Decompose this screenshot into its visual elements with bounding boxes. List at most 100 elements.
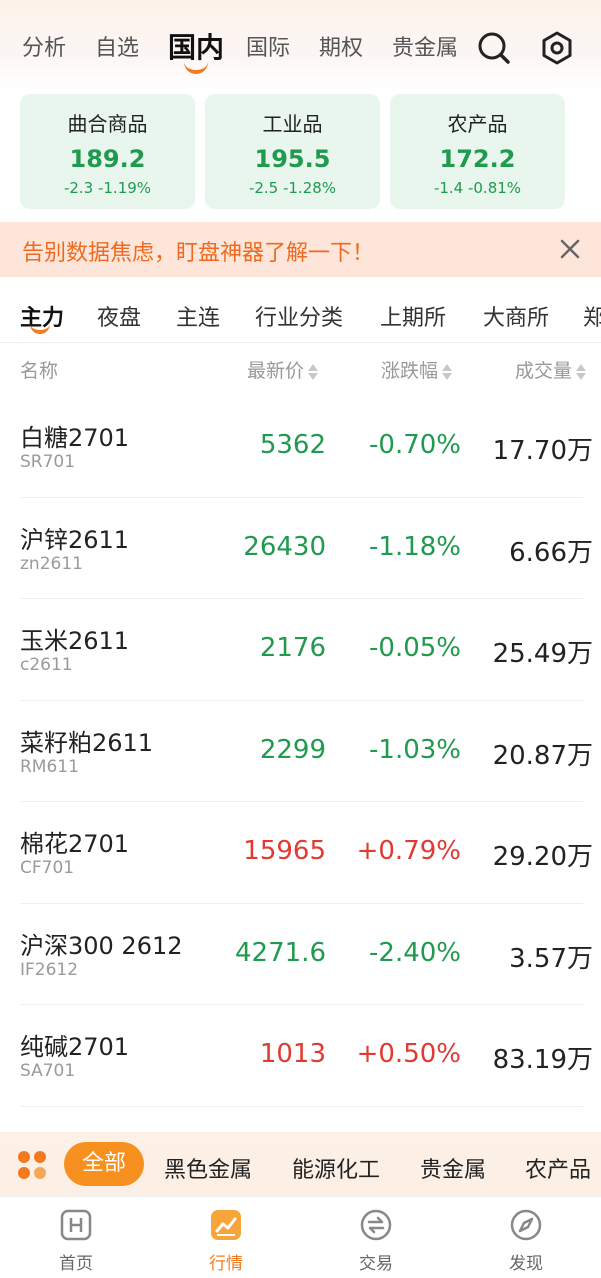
contract-code: CF701 [20, 858, 75, 878]
table-row[interactable]: 沪锌2611 zn2611 26430 -1.18% 6.66万 [0, 498, 601, 600]
volume: 20.87万 [492, 740, 593, 771]
sector-energy-chemical[interactable]: 能源化工 [292, 1152, 380, 1184]
nav-label: 交易 [359, 1254, 393, 1274]
nav-label: 首页 [59, 1254, 93, 1274]
contract-code: RM611 [20, 756, 79, 777]
close-icon[interactable] [553, 232, 587, 266]
tab-precious-metals[interactable]: 贵金属 [392, 30, 458, 62]
contract-name: 菜籽粕2611 [20, 728, 154, 757]
divider [0, 342, 601, 343]
index-name: 农产品 [447, 112, 508, 136]
contract-name: 白糖2701 [20, 424, 130, 452]
index-card[interactable]: 工业品 195.5 -2.5 -1.28% [205, 94, 380, 209]
sector-ferrous[interactable]: 黑色金属 [164, 1152, 252, 1184]
contract-code: zn2611 [20, 553, 83, 574]
latest-price: 5362 [259, 430, 326, 460]
quote-list: 白糖2701 SR701 5362 -0.70% 17.70万 沪锌2611 z… [0, 396, 601, 1107]
header-name: 名称 [20, 360, 59, 382]
volume: 83.19万 [492, 1045, 593, 1075]
volume: 29.20万 [492, 842, 593, 872]
index-change: -2.3 -1.19% [63, 179, 152, 197]
tab-dce[interactable]: 大商所 [483, 300, 549, 332]
change-percent: -0.70% [369, 430, 461, 460]
table-header: 名称 最新价 涨跌幅 成交量 [0, 356, 601, 386]
tab-industry[interactable]: 行业分类 [255, 300, 343, 332]
hexagon-settings-icon[interactable] [537, 28, 577, 68]
search-icon[interactable] [474, 28, 514, 68]
table-row[interactable]: 玉米2611 c2611 2176 -0.05% 25.49万 [0, 599, 601, 701]
trade-exchange-icon [358, 1207, 394, 1243]
tab-shfe[interactable]: 上期所 [380, 300, 446, 332]
grid-icon[interactable] [16, 1149, 48, 1181]
change-percent: -1.03% [369, 734, 461, 765]
change-percent: -2.40% [369, 937, 461, 968]
index-value: 189.2 [69, 145, 146, 173]
contract-code: c2611 [20, 655, 73, 675]
contract-name: 沪锌2611 [20, 525, 130, 554]
table-row[interactable]: 沪深300 2612 IF2612 4271.6 -2.40% 3.57万 [0, 904, 601, 1006]
home-h-icon [58, 1207, 94, 1243]
change-percent: -1.18% [369, 531, 461, 562]
change-percent: -0.05% [369, 633, 461, 663]
index-value: 172.2 [439, 145, 516, 173]
tab-watchlist[interactable]: 自选 [95, 30, 139, 62]
bottom-nav: 首页 行情 交易 发现 [0, 1196, 601, 1278]
sector-precious-metals[interactable]: 贵金属 [420, 1152, 486, 1184]
sector-agriculture[interactable]: 农产品 [525, 1152, 591, 1184]
latest-price: 15965 [243, 836, 326, 866]
nav-market[interactable]: 行情 [166, 1197, 286, 1278]
tab-continuous[interactable]: 主连 [176, 300, 220, 332]
contract-code: SA701 [20, 1061, 76, 1081]
header-price[interactable]: 最新价 [247, 356, 319, 383]
promo-banner[interactable]: 告别数据焦虑，盯盘神器了解一下！ [0, 222, 601, 277]
tab-international[interactable]: 国际 [246, 30, 290, 62]
tab-domestic[interactable]: 国内 [168, 30, 224, 66]
latest-price: 4271.6 [235, 937, 326, 968]
index-card[interactable]: 农产品 172.2 -1.4 -0.81% [390, 94, 565, 209]
volume: 17.70万 [492, 436, 593, 466]
sort-icon [576, 363, 587, 381]
index-name: 曲合商品 [67, 112, 148, 136]
tab-night-session[interactable]: 夜盘 [97, 300, 141, 332]
contract-name: 纯碱2701 [20, 1033, 130, 1061]
tab-czce[interactable]: 郑 [583, 300, 601, 332]
volume: 25.49万 [492, 639, 593, 669]
category-tabs: 主力 夜盘 主连 行业分类 上期所 大商所 郑 [0, 292, 601, 342]
nav-trade[interactable]: 交易 [316, 1197, 436, 1278]
market-tabs: 分析 自选 国内 国际 期权 贵金属 [0, 30, 470, 70]
index-cards: 曲合商品 189.2 -2.3 -1.19% 工业品 195.5 -2.5 -1… [20, 94, 580, 209]
tab-analysis[interactable]: 分析 [22, 30, 66, 62]
table-row[interactable]: 棉花2701 CF701 15965 +0.79% 29.20万 [0, 802, 601, 904]
tab-options[interactable]: 期权 [319, 30, 363, 62]
latest-price: 1013 [259, 1039, 326, 1069]
header-change-label: 涨跌幅 [381, 360, 439, 382]
contract-name: 沪深300 2612 [20, 931, 183, 960]
sector-all[interactable]: 全部 [64, 1142, 144, 1186]
active-tab-indicator [184, 62, 208, 74]
market-chart-icon [208, 1207, 244, 1243]
header-change[interactable]: 涨跌幅 [381, 356, 453, 383]
header-volume[interactable]: 成交量 [515, 356, 587, 383]
contract-code: IF2612 [20, 959, 79, 980]
nav-label: 发现 [509, 1254, 543, 1274]
index-change: -2.5 -1.28% [248, 179, 337, 197]
table-row[interactable]: 菜籽粕2611 RM611 2299 -1.03% 20.87万 [0, 701, 601, 803]
index-name: 工业品 [262, 112, 323, 136]
contract-name: 玉米2611 [20, 627, 130, 655]
index-value: 195.5 [254, 145, 331, 173]
contract-code: SR701 [20, 452, 76, 472]
table-row[interactable]: 白糖2701 SR701 5362 -0.70% 17.70万 [0, 396, 601, 498]
nav-discover[interactable]: 发现 [466, 1197, 586, 1278]
top-bar: 分析 自选 国内 国际 期权 贵金属 [0, 0, 601, 90]
nav-home[interactable]: 首页 [16, 1197, 136, 1278]
banner-text: 告别数据焦虑，盯盘神器了解一下！ [22, 241, 375, 266]
index-card[interactable]: 曲合商品 189.2 -2.3 -1.19% [20, 94, 195, 209]
volume: 6.66万 [509, 537, 593, 568]
volume: 3.57万 [509, 943, 593, 974]
table-row[interactable]: 纯碱2701 SA701 1013 +0.50% 83.19万 [0, 1005, 601, 1107]
sector-filter-bar: 全部 黑色金属 能源化工 贵金属 农产品 [0, 1132, 601, 1196]
nav-label: 行情 [209, 1254, 243, 1274]
latest-price: 26430 [243, 531, 326, 562]
header-volume-label: 成交量 [515, 360, 573, 382]
contract-name: 棉花2701 [20, 830, 130, 858]
